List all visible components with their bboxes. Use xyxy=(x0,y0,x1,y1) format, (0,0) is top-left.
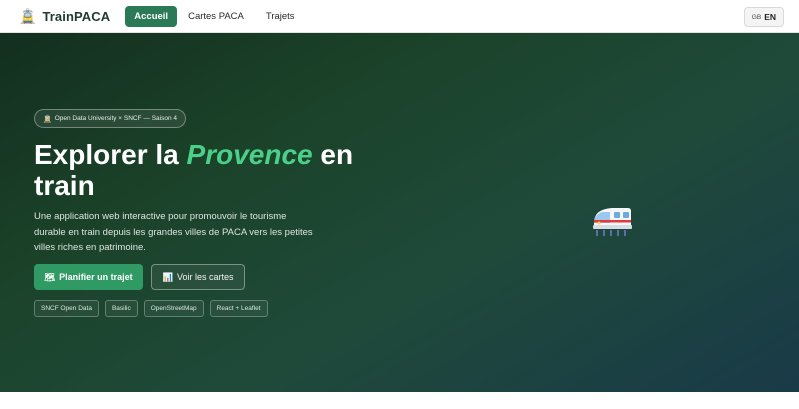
tag-sncf-open-data: SNCF Open Data xyxy=(34,300,99,317)
top-navbar: 🚊 TrainPACA Accueil Cartes PACA Trajets … xyxy=(0,0,799,33)
view-maps-label: Voir les cartes xyxy=(177,272,234,282)
language-code: EN xyxy=(764,12,776,22)
nav-link-trajets[interactable]: Trajets xyxy=(255,6,306,27)
brand-logo[interactable]: 🚊 TrainPACA xyxy=(19,9,110,24)
language-toggle-button[interactable]: GB EN xyxy=(743,7,784,27)
page-bottom xyxy=(0,392,799,409)
plan-trip-label: Planifier un trajet xyxy=(59,272,133,282)
tag-react-leaflet: React + Leaflet xyxy=(209,300,268,317)
hero-section: 🚊 Open Data University × SNCF — Saison 4… xyxy=(0,33,799,392)
brand-name: TrainPACA xyxy=(42,8,111,24)
tag-openstreetmap: OpenStreetMap xyxy=(143,300,204,317)
hero-title-highlight: Provence xyxy=(186,139,313,170)
hero-description: Une application web interactive pour pro… xyxy=(34,211,313,253)
gb-flag-icon: GB xyxy=(751,13,762,21)
season-badge: 🚊 Open Data University × SNCF — Saison 4 xyxy=(34,109,187,128)
view-maps-button[interactable]: 📊 Voir les cartes xyxy=(151,264,245,290)
season-badge-text: Open Data University × SNCF — Saison 4 xyxy=(54,115,178,122)
train-icon xyxy=(593,208,632,236)
tram-icon: 🚊 xyxy=(19,8,37,24)
nav-link-accueil[interactable]: Accueil xyxy=(125,5,178,27)
tram-icon: 🚊 xyxy=(43,115,52,123)
tech-tags: SNCF Open Data Basilic OpenStreetMap Rea… xyxy=(34,300,274,317)
plan-trip-button[interactable]: 🗺 Planifier un trajet xyxy=(34,264,143,290)
hero-title-prefix: Explorer la xyxy=(34,139,187,170)
nav-link-cartes-paca[interactable]: Cartes PACA xyxy=(177,6,255,27)
map-icon: 🗺 xyxy=(44,271,56,282)
chart-icon: 📊 xyxy=(162,271,174,282)
hero-title: Explorer la Provence en train xyxy=(34,139,354,201)
tag-basilic: Basilic xyxy=(104,300,138,317)
main-nav: Accueil Cartes PACA Trajets xyxy=(125,5,306,27)
